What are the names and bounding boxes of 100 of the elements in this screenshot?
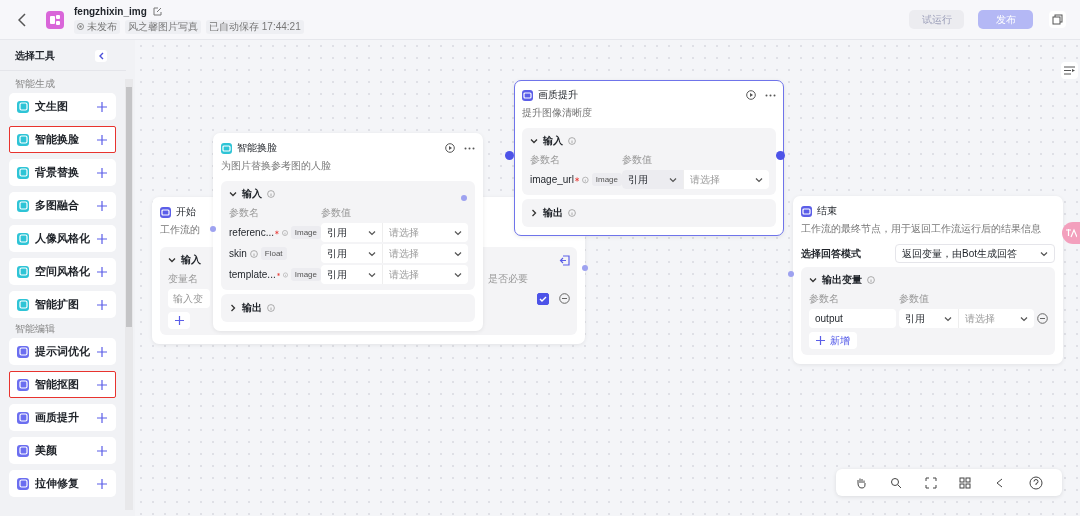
- tool-item[interactable]: 智能扩图: [9, 291, 116, 318]
- add-icon[interactable]: [97, 266, 107, 277]
- chevron-down-icon: [454, 249, 462, 258]
- add-icon[interactable]: [97, 167, 107, 178]
- mode-dropdown[interactable]: 返回变量，由Bot生成回答: [895, 244, 1055, 263]
- tool-label: 空间风格化: [35, 264, 91, 279]
- node-card[interactable]: 智能换脸 为图片替换参考图的人脸 输入 参数名 参数值 referenc... Image 引用 请选择 skin Float 引用 请选择 template... Image 引用 请选择 输出: [213, 133, 483, 331]
- add-icon[interactable]: [97, 412, 107, 423]
- remove-icon[interactable]: [559, 293, 570, 304]
- chevron-left-icon: [98, 52, 104, 60]
- variable-name-field[interactable]: 输入变: [168, 289, 210, 308]
- tool-item[interactable]: 空间风格化: [9, 258, 116, 285]
- node-title: 智能换脸: [237, 141, 277, 155]
- column-header: 变量名: [168, 272, 198, 286]
- node-icon: [522, 89, 533, 101]
- add-icon[interactable]: [97, 200, 107, 211]
- tool-item[interactable]: 智能换脸: [9, 126, 116, 153]
- zoom-icon[interactable]: [890, 476, 902, 489]
- tool-item[interactable]: 背景替换: [9, 159, 116, 186]
- add-icon[interactable]: [97, 233, 107, 244]
- status-tag: 未发布: [74, 19, 120, 34]
- chevron-down-icon[interactable]: [229, 190, 237, 198]
- node-card[interactable]: 画质提升 提升图像清晰度 输入 参数名 参数值 image_url Image 引用 请选择 输出: [514, 80, 784, 236]
- tool-item[interactable]: 提示词优化: [9, 338, 116, 365]
- column-header: 参数值: [899, 292, 929, 306]
- source-dropdown[interactable]: 引用: [321, 265, 383, 284]
- connection-port[interactable]: [775, 150, 785, 160]
- chevron-down-icon[interactable]: [809, 276, 817, 284]
- tool-label: 画质提升: [35, 410, 80, 425]
- chevron-right-icon[interactable]: [530, 209, 538, 217]
- tool-label: 人像风格化: [35, 231, 91, 246]
- add-icon[interactable]: [97, 478, 107, 489]
- section-title: 输出变量: [822, 273, 862, 287]
- collapse-button[interactable]: [95, 50, 107, 62]
- source-dropdown[interactable]: 引用: [321, 244, 383, 263]
- hand-icon[interactable]: [855, 476, 868, 489]
- remove-icon[interactable]: [1037, 313, 1048, 324]
- section-title: 输入: [242, 187, 262, 201]
- tool-item[interactable]: 美颜: [9, 437, 116, 464]
- autosave-tag: 已自动保存 17:44:21: [206, 19, 304, 34]
- add-icon[interactable]: [97, 379, 107, 390]
- plus-icon: [174, 316, 184, 325]
- chevron-down-icon[interactable]: [168, 256, 176, 264]
- source-dropdown[interactable]: 引用: [622, 170, 684, 189]
- tool-label: 提示词优化: [35, 344, 91, 359]
- chevron-down-icon: [454, 228, 462, 237]
- tool-item[interactable]: 多图融合: [9, 192, 116, 219]
- chevron-right-icon[interactable]: [229, 304, 237, 312]
- add-icon[interactable]: [97, 101, 107, 112]
- parameter-name-field[interactable]: output: [809, 309, 896, 328]
- info-icon: [282, 270, 288, 279]
- add-button[interactable]: 新增: [809, 332, 857, 349]
- scrollbar[interactable]: [125, 79, 133, 510]
- tool-item[interactable]: 智能抠图: [9, 371, 116, 398]
- add-button[interactable]: [168, 312, 190, 329]
- sidebar-title: 选择工具: [15, 49, 55, 63]
- copy-button[interactable]: [1049, 11, 1066, 28]
- import-icon[interactable]: [559, 254, 570, 266]
- node-card[interactable]: 结束 工作流的最终节点，用于返回工作流运行后的结果信息 选择回答模式 返回变量，由Bot生成回答 输出变量 参数名 参数值 output 引用 请选择 新增: [793, 196, 1063, 364]
- group-label: 智能生成: [15, 79, 56, 89]
- column-header: 是否必要: [488, 272, 528, 286]
- tool-item[interactable]: 画质提升: [9, 404, 116, 431]
- section-title: 输出: [543, 206, 563, 220]
- tool-item[interactable]: 拉伸修复: [9, 470, 116, 497]
- parameter-name: template...: [229, 269, 276, 280]
- type-tag: Image: [591, 173, 622, 186]
- chevron-down-icon: [755, 175, 763, 184]
- add-icon[interactable]: [97, 346, 107, 357]
- tool-label: 多图融合: [35, 198, 80, 213]
- space-tag: 风之馨图片写真: [125, 19, 201, 34]
- node-icon: [221, 142, 232, 154]
- layout-button[interactable]: [1061, 62, 1078, 79]
- chevron-down-icon[interactable]: [530, 137, 538, 145]
- grid-icon[interactable]: [959, 476, 972, 489]
- play-icon[interactable]: [746, 90, 756, 100]
- add-icon[interactable]: [97, 445, 107, 456]
- tool-item[interactable]: 人像风格化: [9, 225, 116, 252]
- help-icon[interactable]: [1028, 475, 1043, 490]
- add-icon[interactable]: [97, 134, 107, 145]
- checkbox[interactable]: [537, 292, 549, 305]
- chevron-down-icon: [368, 228, 376, 237]
- node-description: 提升图像清晰度: [522, 106, 592, 120]
- fit-icon[interactable]: [924, 476, 937, 489]
- connection-port[interactable]: [504, 150, 514, 160]
- add-icon[interactable]: [97, 299, 107, 310]
- more-icon[interactable]: [464, 146, 475, 150]
- tool-item[interactable]: 文生图: [9, 93, 116, 120]
- source-dropdown[interactable]: 引用: [321, 223, 383, 242]
- play-icon[interactable]: [445, 143, 455, 153]
- edit-icon[interactable]: [152, 6, 162, 16]
- node-description: 工作流的: [160, 223, 200, 237]
- node-icon: [801, 205, 812, 217]
- tool-label: 美颜: [35, 443, 58, 458]
- more-icon[interactable]: [765, 93, 776, 97]
- source-dropdown[interactable]: 引用: [899, 309, 959, 328]
- column-header: 参数值: [321, 206, 351, 220]
- column-header: 参数名: [809, 292, 840, 306]
- back-icon[interactable]: [18, 12, 26, 27]
- section-title: 输出: [242, 301, 262, 315]
- chevron-down-icon: [368, 270, 376, 279]
